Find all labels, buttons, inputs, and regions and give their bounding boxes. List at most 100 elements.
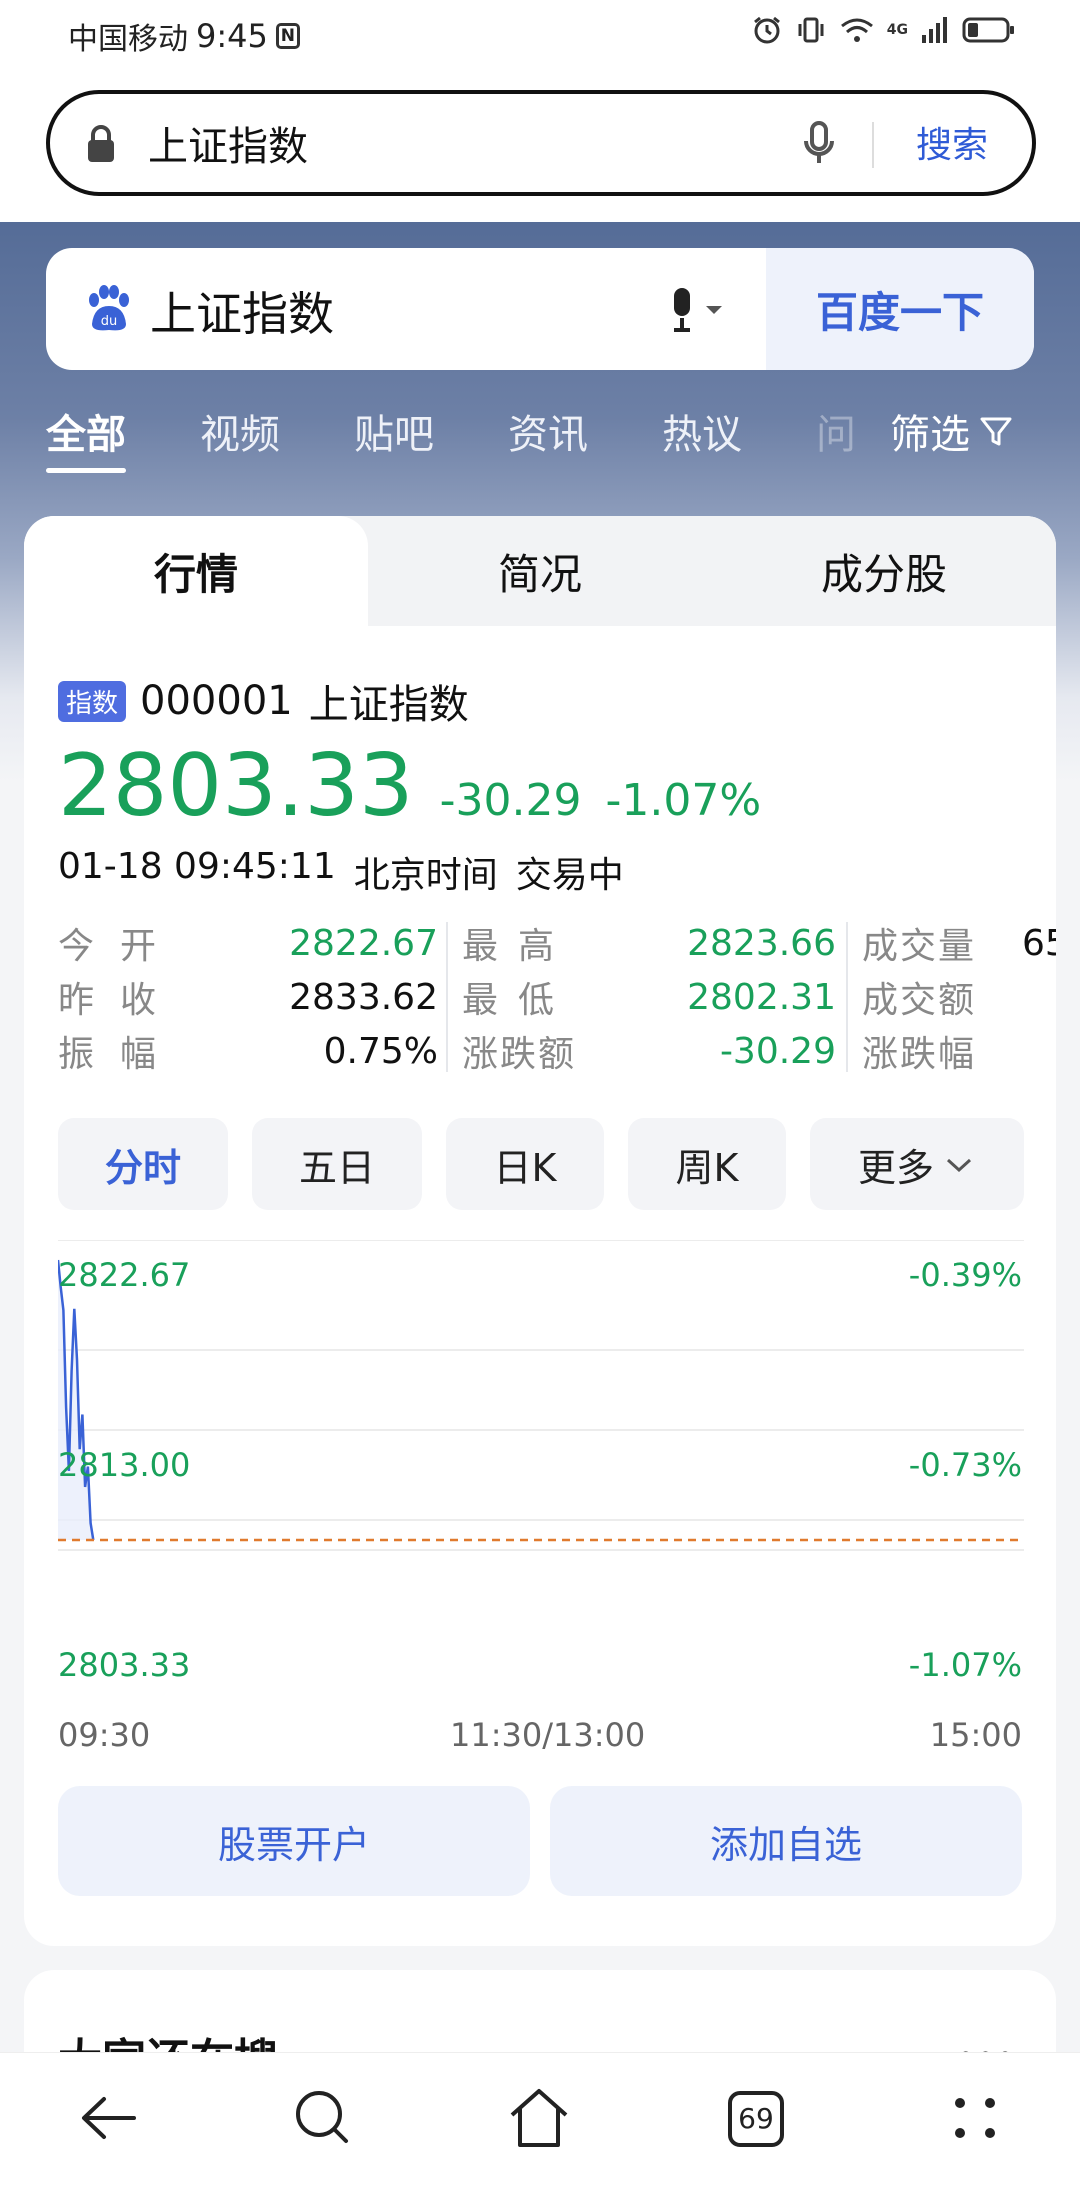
trade-status: 交易中 (515, 855, 624, 896)
y-label-left-bottom: 2803.33 (58, 1646, 191, 1684)
stats-divider (446, 922, 448, 1072)
nfc-icon: N (275, 23, 300, 49)
tabs-count-button[interactable]: 69 (728, 2091, 784, 2147)
stat-value: 2822.67 (289, 922, 438, 964)
stat-label: 最高 (462, 926, 575, 967)
tab-video[interactable]: 视频 (200, 398, 280, 460)
stats-column-1: 今开 2822.67 昨收 2833.62 振幅 0.75% (58, 916, 438, 1078)
baidu-search-button[interactable]: 百度一下 (766, 248, 1034, 370)
stock-code: 000001 (140, 678, 293, 724)
period-more[interactable]: 更多 (810, 1118, 1024, 1210)
filter-label: 筛选 (890, 412, 970, 458)
tab-news[interactable]: 资讯 (508, 398, 588, 460)
address-bar[interactable]: 上证指数 搜索 (46, 90, 1036, 196)
wifi-icon (840, 18, 873, 42)
period-daily-k[interactable]: 日K (446, 1118, 604, 1210)
stat-label: 成交额 (862, 980, 977, 1021)
menu-dots-icon[interactable] (940, 2083, 1010, 2153)
stat-value: 2802.31 (687, 976, 836, 1018)
stats-column-3: 成交量 65 成交额 涨跌幅 (862, 916, 1056, 1078)
chart-svg (58, 1240, 1024, 1551)
x-label-close: 15:00 (929, 1716, 1022, 1754)
alarm-icon (753, 16, 780, 44)
stat-value: 0.75% (323, 1030, 438, 1072)
period-five-day[interactable]: 五日 (252, 1118, 422, 1210)
period-weekly-k[interactable]: 周K (628, 1118, 786, 1210)
baidu-search-query[interactable]: 上证指数 (150, 278, 334, 344)
stat-change-amount: 涨跌额 -30.29 (462, 1024, 842, 1078)
stat-amplitude: 振幅 0.75% (58, 1024, 438, 1078)
stats-divider (846, 922, 848, 1072)
period-intraday[interactable]: 分时 (58, 1118, 228, 1210)
index-badge: 指数 (58, 680, 127, 722)
stat-turnover: 成交额 (862, 970, 1056, 1024)
stat-value: 2823.66 (687, 922, 836, 964)
stat-low: 最低 2802.31 (462, 970, 842, 1024)
x-label-open: 09:30 (58, 1716, 151, 1754)
address-query[interactable]: 上证指数 (148, 114, 308, 172)
stats-grid: 今开 2822.67 昨收 2833.62 振幅 0.75% 最高 2823.6… (58, 916, 1056, 1096)
network-type: 4G (886, 22, 908, 38)
stat-value: -30.29 (719, 1030, 836, 1072)
status-bar: 中国移动 9:45 N 4G (0, 0, 1080, 70)
tab-ask[interactable]: 问 (816, 398, 856, 460)
stock-header: 指数 000001 上证指数 (58, 672, 485, 730)
svg-text:du: du (101, 314, 118, 329)
stat-label: 涨跌额 (462, 1034, 577, 1075)
open-account-button[interactable]: 股票开户 (58, 1786, 530, 1896)
home-icon[interactable] (504, 2083, 574, 2153)
vibrate-icon (798, 17, 824, 43)
signal-icon (922, 17, 947, 43)
voice-input-icon[interactable] (666, 286, 728, 336)
stat-label: 昨收 (58, 980, 183, 1021)
stat-volume: 成交量 65 (862, 916, 1056, 970)
y-label-right-top: -0.39% (908, 1256, 1022, 1294)
stat-label: 成交量 (862, 926, 977, 967)
address-search-button[interactable]: 搜索 (916, 116, 988, 168)
stat-value: 65 (1022, 922, 1056, 964)
price-change-percent: -1.07% (605, 775, 762, 826)
browser-toolbar: 上证指数 搜索 (0, 70, 1080, 222)
stat-prev-close: 昨收 2833.62 (58, 970, 438, 1024)
tab-overview[interactable]: 简况 (368, 516, 712, 626)
tab-all[interactable]: 全部 (46, 398, 126, 473)
mic-icon[interactable] (802, 119, 836, 169)
stock-name: 上证指数 (308, 682, 469, 728)
current-price: 2803.33 (58, 736, 414, 836)
stats-column-2: 最高 2823.66 最低 2802.31 涨跌额 -30.29 (462, 916, 842, 1078)
add-watchlist-button[interactable]: 添加自选 (550, 1786, 1022, 1896)
intraday-chart[interactable] (58, 1240, 1024, 1620)
tab-tieba[interactable]: 贴吧 (354, 398, 434, 460)
y-label-right-mid: -0.73% (908, 1446, 1022, 1484)
period-more-label: 更多 (857, 1145, 934, 1190)
lock-icon (88, 125, 114, 162)
search-icon[interactable] (288, 2083, 358, 2153)
trade-datetime: 01-18 09:45:11 (58, 846, 336, 887)
y-label-right-bottom: -1.07% (908, 1646, 1022, 1684)
price-change: -30.29 (439, 775, 582, 826)
filter-icon (980, 417, 1012, 446)
stat-high: 最高 2823.66 (462, 916, 842, 970)
clock: 9:45 (196, 17, 268, 55)
status-left: 中国移动 9:45 N (68, 14, 300, 58)
tab-constituents[interactable]: 成分股 (712, 516, 1056, 626)
tab-discussion[interactable]: 热议 (662, 398, 742, 460)
stat-open: 今开 2822.67 (58, 916, 438, 970)
chevron-down-icon (946, 1158, 972, 1173)
x-label-midday: 11:30/13:00 (450, 1716, 646, 1754)
address-divider (872, 122, 874, 168)
stat-label: 今开 (58, 926, 183, 967)
stock-card: 行情 简况 成分股 指数 000001 上证指数 2803.33 -30.29 … (24, 516, 1056, 1946)
filter-button[interactable]: 筛选 (890, 402, 1014, 460)
back-arrow-icon[interactable] (74, 2083, 144, 2153)
stat-value: 2833.62 (289, 976, 438, 1018)
y-label-left-mid: 2813.00 (58, 1446, 191, 1484)
tab-quote[interactable]: 行情 (24, 516, 368, 626)
baidu-search-box[interactable]: du 上证指数 百度一下 (46, 248, 1034, 370)
bottom-navigation: 69 (0, 2052, 1080, 2204)
carrier-name: 中国移动 (68, 22, 188, 57)
result-type-tabs: 全部 视频 贴吧 资讯 热议 问 筛选 (46, 398, 1046, 478)
y-label-left-top: 2822.67 (58, 1256, 191, 1294)
trade-time-row: 01-18 09:45:11 北京时间 交易中 (58, 846, 624, 898)
stat-change-percent: 涨跌幅 (862, 1024, 1056, 1078)
